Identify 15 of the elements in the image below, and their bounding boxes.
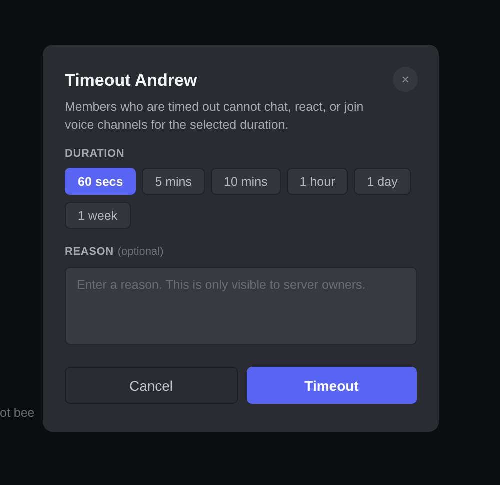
- duration-option[interactable]: 1 week: [65, 202, 131, 229]
- background-text: ot bee: [0, 406, 35, 420]
- close-button[interactable]: ×: [393, 67, 418, 92]
- duration-option[interactable]: 1 day: [354, 168, 411, 195]
- duration-option[interactable]: 60 secs: [65, 168, 136, 195]
- duration-label: DURATION: [65, 148, 126, 160]
- optional-hint: (optional): [118, 246, 164, 258]
- timeout-button[interactable]: Timeout: [246, 367, 417, 404]
- dialog-description: Members who are timed out cannot chat, react, or join voice channels for the selected duration.: [65, 99, 365, 134]
- duration-option[interactable]: 5 mins: [142, 168, 206, 195]
- cancel-button[interactable]: Cancel: [65, 367, 238, 404]
- dialog-title: Timeout Andrew: [65, 70, 198, 90]
- reason-label: REASON: [65, 246, 114, 258]
- duration-option[interactable]: 10 mins: [211, 168, 281, 195]
- duration-option[interactable]: 1 hour: [286, 168, 348, 195]
